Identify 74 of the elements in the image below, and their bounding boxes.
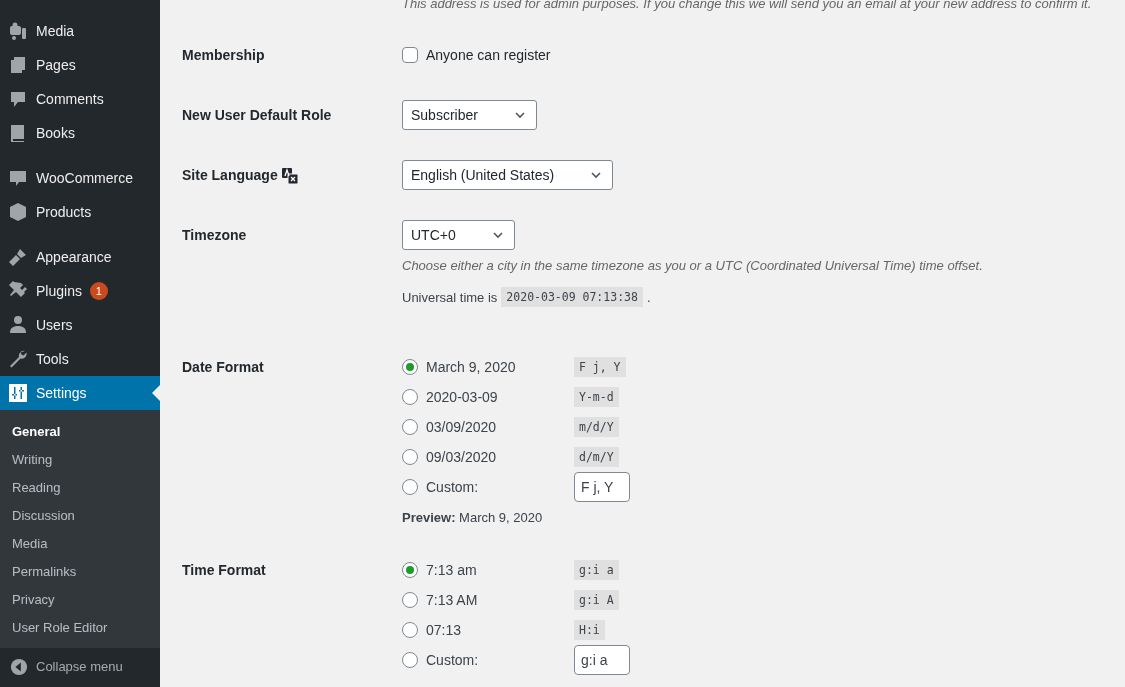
checkbox-label: Anyone can register bbox=[426, 47, 551, 63]
option-label: 09/03/2020 bbox=[426, 449, 498, 465]
dropdown[interactable]: Subscriber bbox=[402, 100, 537, 130]
radio-button[interactable] bbox=[402, 359, 418, 375]
radio-button[interactable] bbox=[402, 389, 418, 405]
menu-item[interactable]: Appearance bbox=[0, 240, 160, 274]
option-label: 03/09/2020 bbox=[426, 419, 498, 435]
radio-button[interactable] bbox=[402, 449, 418, 465]
format-code: g:i A bbox=[574, 590, 619, 610]
collapse-icon bbox=[10, 657, 28, 676]
box-icon bbox=[8, 202, 28, 222]
submenu-item[interactable]: User Role Editor bbox=[0, 613, 160, 641]
radio-button[interactable] bbox=[402, 622, 418, 638]
format-code: Y-m-d bbox=[574, 387, 619, 407]
speech-bubble-icon bbox=[8, 89, 28, 109]
setting-label: Site Language bbox=[182, 166, 278, 185]
radio-button[interactable] bbox=[402, 479, 418, 495]
radio-button[interactable] bbox=[402, 562, 418, 578]
submenu-item[interactable]: General bbox=[0, 417, 160, 445]
option-label: Custom: bbox=[426, 652, 480, 668]
radio-button[interactable] bbox=[402, 652, 418, 668]
submenu-item[interactable]: Writing bbox=[0, 445, 160, 473]
submenu-item[interactable]: Media bbox=[0, 529, 160, 557]
option-label: March 9, 2020 bbox=[426, 359, 517, 375]
radio-button[interactable] bbox=[402, 419, 418, 435]
user-icon bbox=[8, 315, 28, 335]
checkbox[interactable] bbox=[402, 47, 418, 63]
chevron-down-icon bbox=[491, 229, 504, 241]
format-code: H:i bbox=[574, 620, 605, 640]
submenu-item[interactable]: Discussion bbox=[0, 501, 160, 529]
menu-item[interactable]: Plugins 1 bbox=[0, 274, 160, 308]
setting-label: New User Default Role bbox=[182, 106, 332, 125]
custom-format-field[interactable]: F j, Y bbox=[574, 472, 630, 502]
dropdown[interactable]: UTC+0 bbox=[402, 220, 515, 250]
format-code: m/d/Y bbox=[574, 417, 619, 437]
option-label: 07:13 bbox=[426, 622, 463, 638]
option-label: Custom: bbox=[426, 479, 480, 495]
menu-item[interactable]: Products bbox=[0, 195, 160, 229]
universal-time-value: 2020-03-09 07:13:38 bbox=[501, 287, 643, 307]
option-label: 2020-03-09 bbox=[426, 389, 499, 405]
setting-label: Timezone bbox=[182, 226, 247, 245]
custom-format-field[interactable]: g:i a bbox=[574, 645, 630, 675]
setting-label: Membership bbox=[182, 46, 265, 65]
setting-label: Time Format bbox=[182, 561, 266, 580]
format-code: g:i a bbox=[574, 560, 619, 580]
menu-item[interactable]: Users bbox=[0, 308, 160, 342]
universal-time-label: Universal time is bbox=[402, 289, 498, 305]
menu-item[interactable]: WooCommerce bbox=[0, 161, 160, 195]
dropdown[interactable]: English (United States) bbox=[402, 160, 614, 190]
sliders-icon bbox=[8, 383, 28, 403]
submenu-item[interactable]: Reading bbox=[0, 473, 160, 501]
paintbrush-icon bbox=[8, 247, 28, 267]
menu-item[interactable]: Books bbox=[0, 116, 160, 150]
menu-item[interactable]: Pages bbox=[0, 48, 160, 82]
count-badge: 1 bbox=[89, 282, 108, 300]
wrench-icon bbox=[8, 349, 28, 369]
menu-item[interactable]: Comments bbox=[0, 82, 160, 116]
setting-label: Date Format bbox=[182, 358, 264, 377]
help-text: Choose either a city in the same timezone as you or a UTC (Coordinated Universal Time) time offset. bbox=[402, 258, 983, 273]
menu-item[interactable]: Settings bbox=[0, 376, 160, 410]
menu-item[interactable]: Tools bbox=[0, 342, 160, 376]
format-code: F j, Y bbox=[574, 357, 626, 377]
chevron-down-icon bbox=[590, 169, 603, 181]
radio-button[interactable] bbox=[402, 592, 418, 608]
format-code: d/m/Y bbox=[574, 447, 619, 467]
pages-icon bbox=[8, 55, 28, 75]
chevron-down-icon bbox=[513, 109, 526, 121]
preview-text: Preview: March 9, 2020 bbox=[402, 510, 544, 525]
menu-item[interactable]: Media bbox=[0, 14, 160, 48]
option-label: 7:13 AM bbox=[426, 592, 479, 608]
option-label: 7:13 am bbox=[426, 562, 478, 578]
submenu-item[interactable]: Permalinks bbox=[0, 557, 160, 585]
submenu-item[interactable]: Privacy bbox=[0, 585, 160, 613]
period-text: . bbox=[646, 289, 651, 305]
